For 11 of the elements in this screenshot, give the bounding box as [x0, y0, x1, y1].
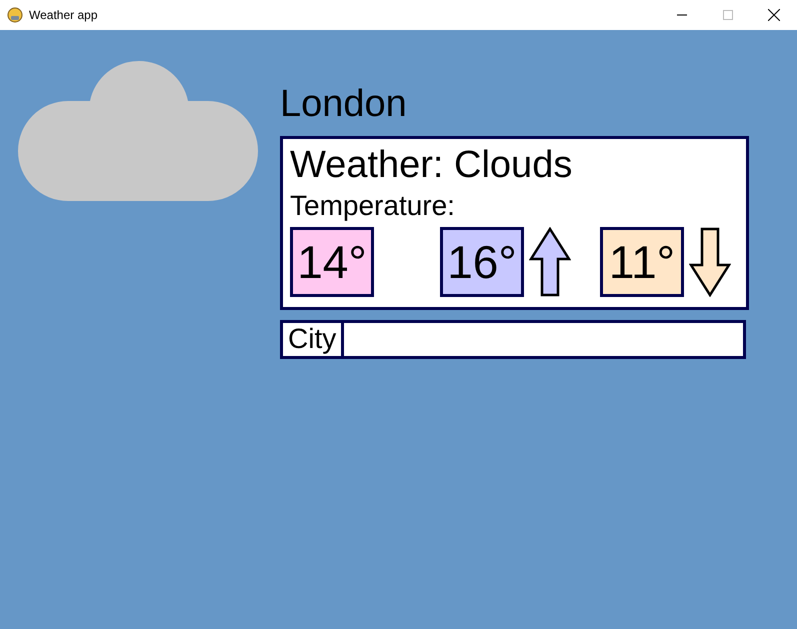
window-title: Weather app — [29, 7, 98, 24]
city-search-field[interactable]: City — [280, 320, 746, 359]
temperature-label: Temperature: — [290, 190, 456, 222]
temperature-value: 16° — [440, 227, 524, 297]
weather-condition: Weather: Clouds — [290, 143, 574, 187]
maximize-icon — [723, 10, 733, 20]
city-name: London — [280, 82, 408, 126]
close-icon — [768, 9, 780, 21]
app-icon — [7, 7, 23, 23]
temperature-value: 11° — [600, 227, 684, 297]
temperature-value: 14° — [290, 227, 374, 297]
